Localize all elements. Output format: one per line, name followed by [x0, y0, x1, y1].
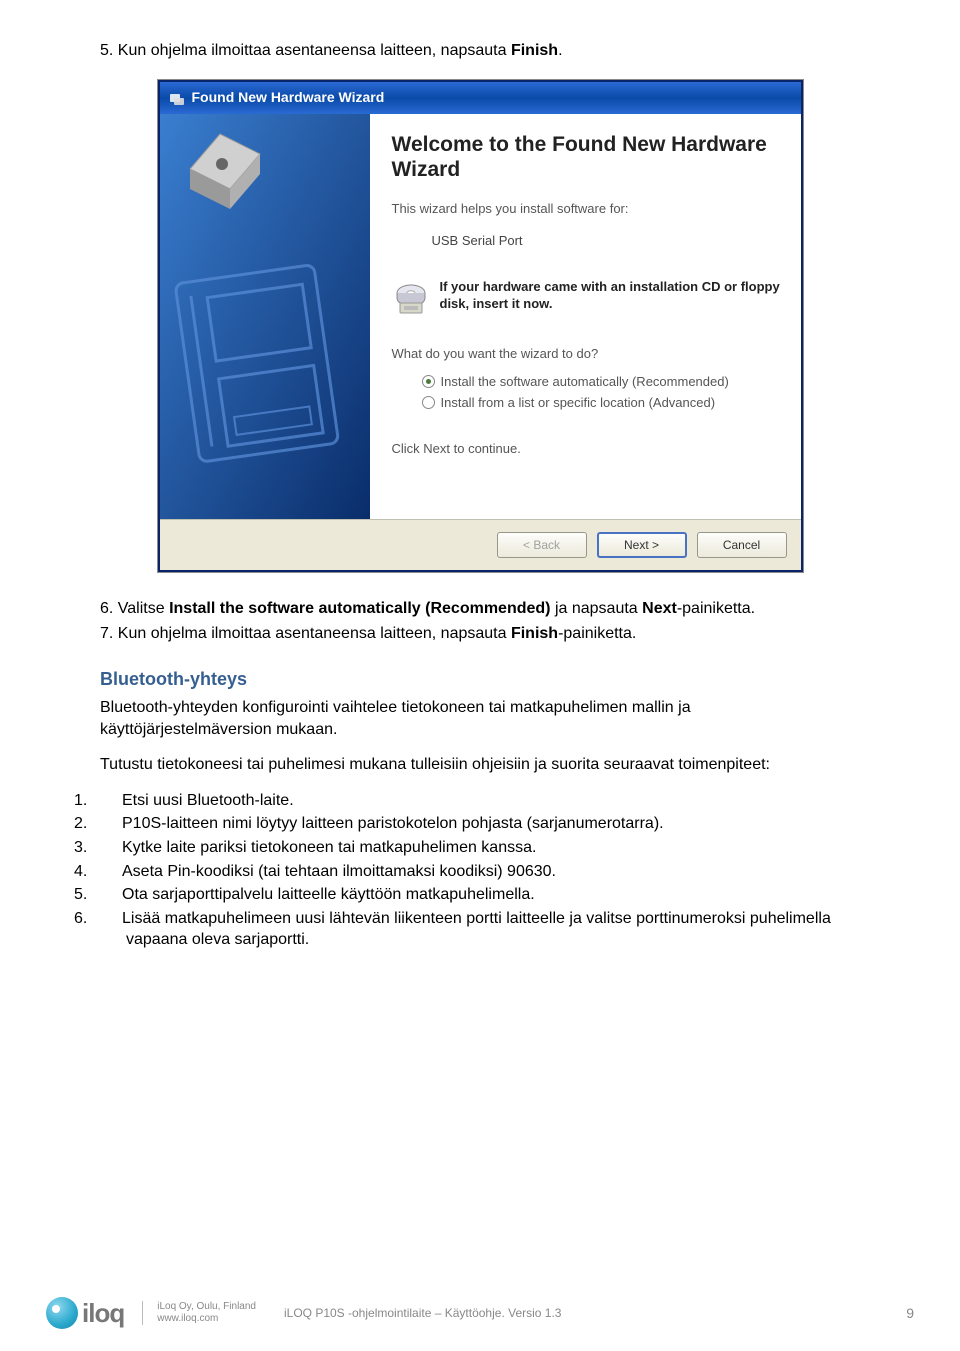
bluetooth-intro-1: Bluetooth-yhteyden konfigurointi vaihtel…	[100, 697, 860, 740]
radio-list[interactable]: Install from a list or specific location…	[422, 394, 781, 412]
list-item-text: Aseta Pin-koodiksi (tai tehtaan ilmoitta…	[122, 863, 556, 880]
list-item-text: Lisää matkapuhelimeen uusi lähtevän liik…	[122, 910, 831, 949]
wizard-window: Found New Hardware Wizard	[158, 80, 803, 572]
list-item: 1.Etsi uusi Bluetooth-laite.	[100, 790, 860, 812]
radio-icon	[422, 375, 435, 388]
doc-title: iLOQ P10S -ohjelmointilaite – Käyttöohje…	[284, 1305, 562, 1321]
step-6-bold1: Install the software automatically (Reco…	[169, 600, 555, 617]
wizard-button-row: < Back Next > Cancel	[160, 519, 801, 570]
logo-text: iloq	[82, 1296, 124, 1331]
steps-6-7: 6. Valitse Install the software automati…	[100, 598, 860, 645]
wizard-side-graphic	[160, 114, 370, 519]
wizard-titlebar: Found New Hardware Wizard	[160, 82, 801, 114]
step-5-finish: Finish	[511, 42, 558, 59]
wizard-cd-text: If your hardware came with an installati…	[440, 279, 781, 313]
wizard-body: Welcome to the Found New Hardware Wizard…	[160, 114, 801, 519]
company-address: iLoq Oy, Oulu, Finland www.iloq.com	[142, 1301, 256, 1325]
wizard-continue: Click Next to continue.	[392, 440, 781, 458]
t: -painiketta.	[558, 625, 636, 642]
hardware-icon	[168, 89, 186, 107]
bluetooth-intro-2: Tutustu tietokoneesi tai puhelimesi muka…	[100, 754, 860, 776]
step-6-bold2: Next	[642, 600, 677, 617]
step-6: 6. Valitse Install the software automati…	[100, 598, 860, 620]
radio-auto-label: Install the software automatically (Reco…	[441, 373, 729, 391]
list-item: 2.P10S-laitteen nimi löytyy laitteen par…	[100, 813, 860, 835]
company-url: www.iloq.com	[157, 1313, 256, 1325]
list-item-text: Kytke laite pariksi tietokoneen tai matk…	[122, 839, 536, 856]
company-name: iLoq Oy, Oulu, Finland	[157, 1301, 256, 1313]
list-item-text: Etsi uusi Bluetooth-laite.	[122, 792, 294, 809]
step-5-suffix: .	[558, 42, 562, 59]
bluetooth-list: 1.Etsi uusi Bluetooth-laite. 2.P10S-lait…	[100, 790, 860, 951]
cd-icon	[392, 279, 430, 317]
step-5-prefix: Kun ohjelma ilmoittaa asentaneensa laitt…	[118, 42, 511, 59]
list-item: 4.Aseta Pin-koodiksi (tai tehtaan ilmoit…	[100, 861, 860, 883]
step-5: 5. Kun ohjelma ilmoittaa asentaneensa la…	[100, 40, 860, 62]
step-6-num: 6.	[100, 600, 113, 617]
radio-auto[interactable]: Install the software automatically (Reco…	[422, 373, 781, 391]
radio-list-label: Install from a list or specific location…	[441, 394, 716, 412]
list-item: 3.Kytke laite pariksi tietokoneen tai ma…	[100, 837, 860, 859]
t: -painiketta.	[677, 600, 755, 617]
list-item-text: Ota sarjaporttipalvelu laitteelle käyttö…	[122, 886, 535, 903]
list-item-text: P10S-laitteen nimi löytyy laitteen paris…	[122, 815, 664, 832]
wizard-helps-text: This wizard helps you install software f…	[392, 200, 781, 218]
step-7-bold: Finish	[511, 625, 558, 642]
page-footer: iloq iLoq Oy, Oulu, Finland www.iloq.com…	[0, 1296, 960, 1331]
t: Valitse	[118, 600, 169, 617]
wizard-device-name: USB Serial Port	[432, 232, 781, 250]
wizard-main: Welcome to the Found New Hardware Wizard…	[370, 114, 801, 519]
wizard-heading: Welcome to the Found New Hardware Wizard	[392, 132, 781, 182]
t: Kun ohjelma ilmoittaa asentaneensa laitt…	[118, 625, 511, 642]
step-7: 7. Kun ohjelma ilmoittaa asentaneensa la…	[100, 623, 860, 645]
step-7-num: 7.	[100, 625, 113, 642]
list-item: 6.Lisää matkapuhelimeen uusi lähtevän li…	[100, 908, 860, 951]
bluetooth-heading: Bluetooth-yhteys	[100, 667, 860, 691]
cancel-button[interactable]: Cancel	[697, 532, 787, 558]
t: ja napsauta	[555, 600, 642, 617]
page-number: 9	[906, 1304, 914, 1323]
list-item: 5.Ota sarjaporttipalvelu laitteelle käyt…	[100, 884, 860, 906]
logo-icon	[46, 1297, 78, 1329]
wizard-title: Found New Hardware Wizard	[192, 88, 385, 107]
next-button[interactable]: Next >	[597, 532, 687, 558]
wizard-question: What do you want the wizard to do?	[392, 345, 781, 363]
back-button: < Back	[497, 532, 587, 558]
radio-icon	[422, 396, 435, 409]
logo: iloq	[46, 1296, 124, 1331]
step-5-num: 5.	[100, 42, 113, 59]
wizard-cd-row: If your hardware came with an installati…	[392, 279, 781, 317]
